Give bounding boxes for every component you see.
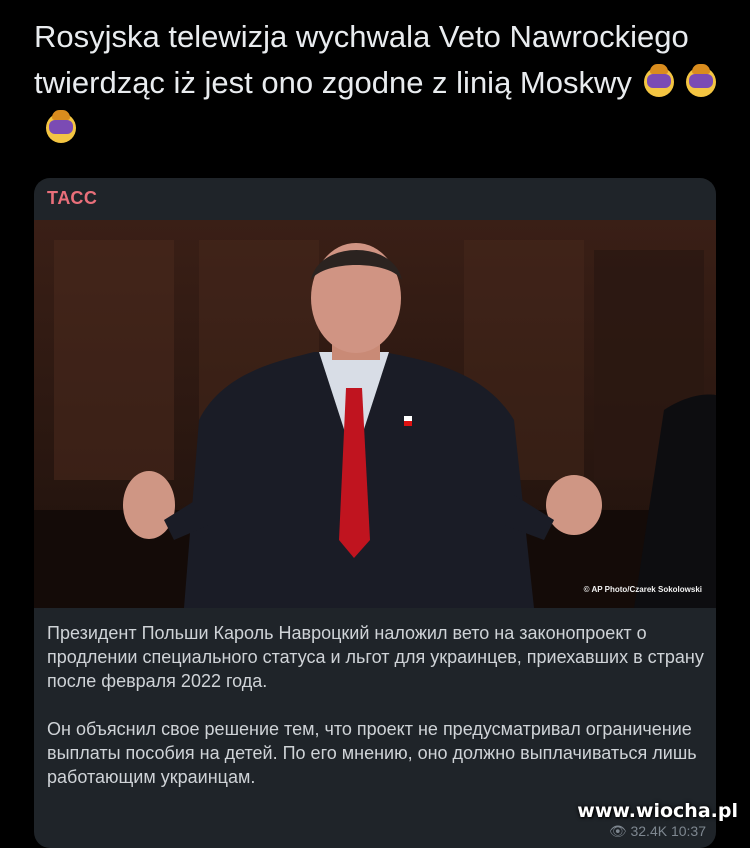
telegram-post-card[interactable]: ТАСС © AP Photo/Czarek Sokolowski Презид… xyxy=(34,178,716,848)
post-meta: 👁 32.4K 10:37 xyxy=(608,823,706,839)
post-photo-image xyxy=(34,220,716,608)
post-paragraph-1: Президент Польши Кароль Навроцкий наложи… xyxy=(47,623,704,691)
facepalm-emoji-icon xyxy=(643,64,674,97)
post-photo[interactable]: © AP Photo/Czarek Sokolowski xyxy=(34,220,716,608)
post-paragraph-2: Он объяснил свое решение тем, что проект… xyxy=(47,719,697,787)
channel-name[interactable]: ТАСС xyxy=(47,188,97,209)
photo-credit: © AP Photo/Czarek Sokolowski xyxy=(583,585,702,594)
facepalm-emoji-icon xyxy=(685,64,716,97)
post-text-content: Rosyjska telewizja wychwala Veto Nawrock… xyxy=(34,19,689,100)
site-watermark: www.wiocha.pl xyxy=(577,800,738,822)
post-text: Rosyjska telewizja wychwala Veto Nawrock… xyxy=(34,14,724,152)
post-body: Президент Польши Кароль Навроцкий наложи… xyxy=(47,621,707,813)
facepalm-emoji-icon xyxy=(46,110,76,143)
